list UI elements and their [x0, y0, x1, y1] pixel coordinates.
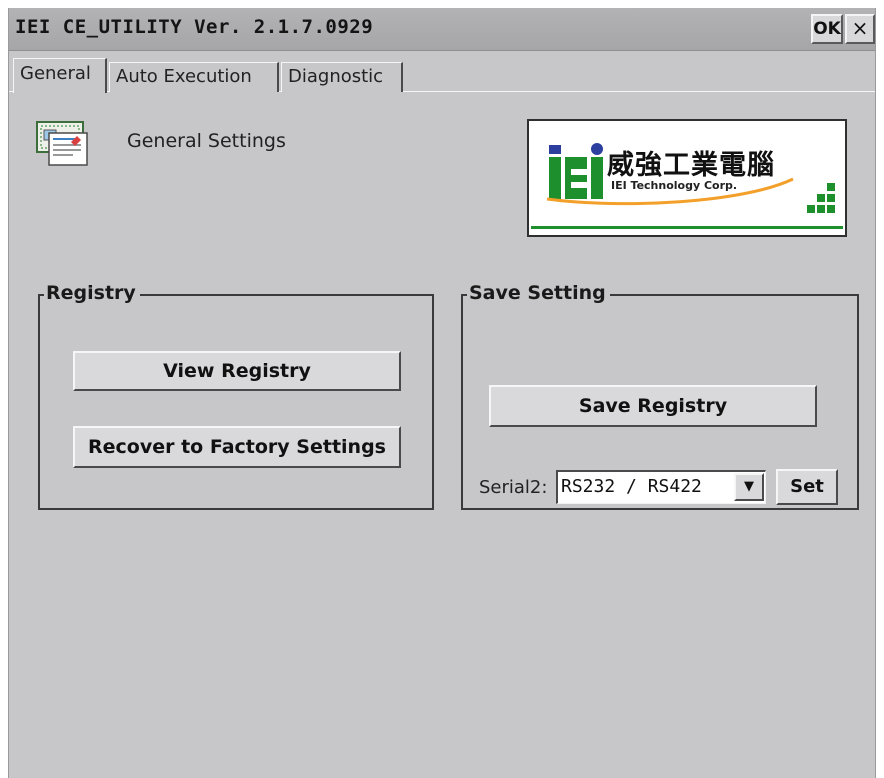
title-bar: IEI CE_UTILITY Ver. 2.1.7.0929 OK ×	[9, 8, 875, 51]
set-button[interactable]: Set	[776, 469, 838, 505]
recover-factory-settings-button[interactable]: Recover to Factory Settings	[73, 426, 401, 468]
tab-general[interactable]: General	[13, 58, 107, 93]
dropdown-arrow-icon[interactable]: ▼	[734, 473, 764, 501]
registry-group-title: Registry	[44, 280, 140, 306]
registry-group: Registry View Registry Recover to Factor…	[38, 280, 434, 510]
window-title: IEI CE_UTILITY Ver. 2.1.7.0929	[15, 16, 374, 38]
app-window: IEI CE_UTILITY Ver. 2.1.7.0929 OK × Gene…	[8, 8, 876, 778]
serial2-selected-value: RS232 / RS422	[561, 476, 702, 497]
save-setting-group-title: Save Setting	[467, 280, 610, 306]
tab-bar: General Auto Execution Diagnostic	[9, 58, 875, 94]
company-logo: 威強工業電腦 IEI Technology Corp.	[527, 119, 847, 237]
serial2-label: Serial2:	[479, 477, 548, 498]
ok-button[interactable]: OK	[811, 14, 843, 44]
general-settings-label: General Settings	[127, 130, 286, 152]
logo-underline	[531, 226, 843, 229]
view-registry-button[interactable]: View Registry	[73, 351, 401, 391]
save-registry-button[interactable]: Save Registry	[489, 385, 817, 427]
settings-document-icon	[36, 121, 88, 166]
save-setting-group: Save Setting Save Registry Serial2: RS23…	[461, 280, 859, 510]
tab-auto-execution[interactable]: Auto Execution	[109, 62, 279, 92]
tab-diagnostic[interactable]: Diagnostic	[281, 62, 403, 92]
logo-bars-icon	[807, 183, 835, 213]
serial2-select[interactable]: RS232 / RS422 ▼	[556, 470, 766, 504]
logo-swoosh	[546, 177, 794, 206]
close-button[interactable]: ×	[845, 14, 875, 44]
